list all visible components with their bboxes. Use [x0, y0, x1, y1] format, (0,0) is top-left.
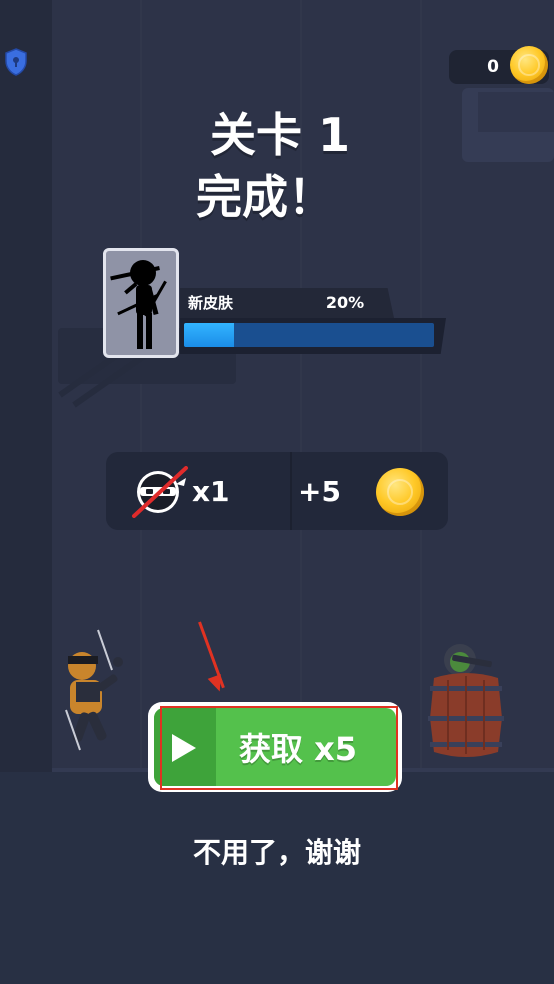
reward-divider [290, 452, 292, 530]
gold-coin-icon [510, 46, 548, 84]
level-complete-text: 完成！ [196, 170, 334, 224]
shield-lock-icon[interactable] [4, 48, 28, 76]
no-thanks-button[interactable]: 不用了，谢谢 [172, 832, 382, 874]
background-column [140, 0, 142, 770]
ninja-silhouette-icon [110, 260, 167, 349]
ninja-head-crossed-icon [132, 466, 188, 518]
background-ledge [478, 92, 554, 132]
game-screen: 0 关卡 1 完成！ 新皮肤 20% x1 +5 获取 x5 不用了，谢谢 [0, 0, 554, 984]
background-column [420, 0, 422, 770]
skin-progress-fill [184, 323, 234, 347]
background-wall [0, 0, 52, 780]
kills-count: x1 [192, 475, 230, 508]
skin-card [103, 248, 179, 358]
level-title: 关卡 1 [209, 108, 351, 162]
highlight-box [160, 706, 398, 790]
new-skin-label: 新皮肤 [188, 294, 234, 312]
skin-progress-percent: 20% [325, 293, 365, 312]
floor [0, 772, 554, 984]
coin-reward: +5 [298, 475, 341, 508]
barrel-enemy [428, 644, 504, 757]
skin-progress-bar [184, 323, 434, 347]
gold-coin-icon [376, 468, 424, 516]
pointer-arrow-head [207, 674, 227, 694]
ninja-character [65, 629, 123, 751]
coin-count: 0 [487, 57, 499, 77]
